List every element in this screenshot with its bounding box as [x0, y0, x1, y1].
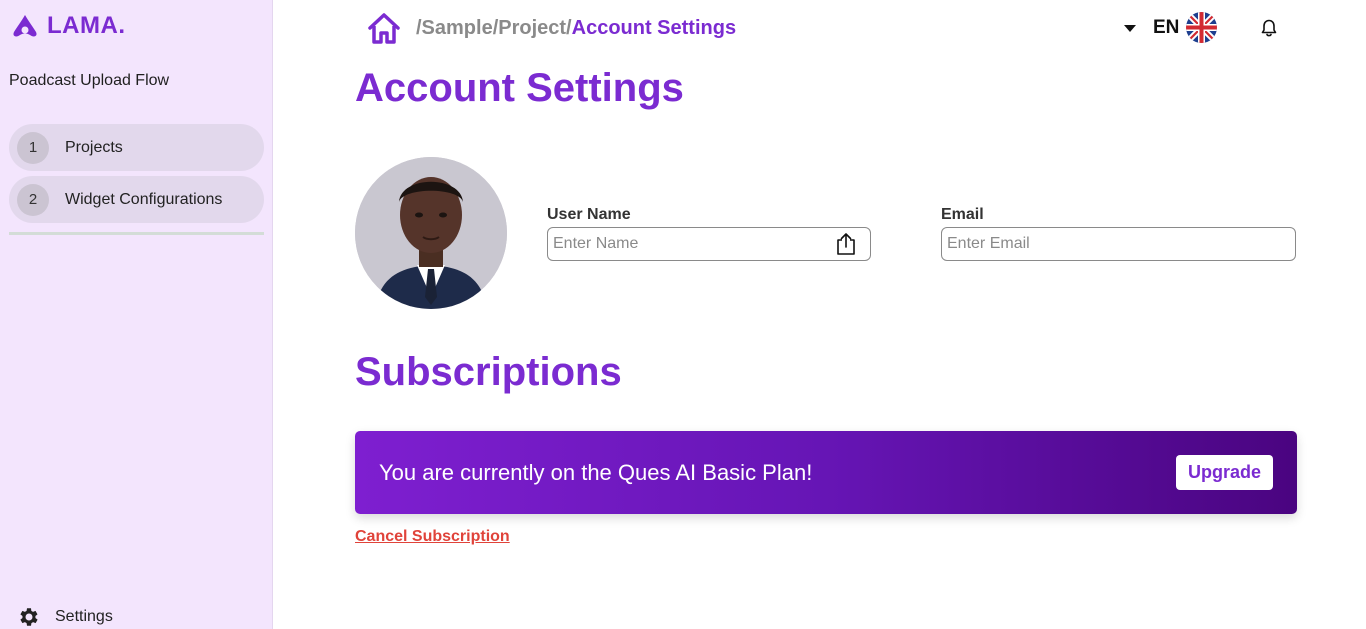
sidebar-divider: [9, 232, 264, 235]
avatar[interactable]: [355, 157, 507, 309]
plan-banner: You are currently on the Ques AI Basic P…: [355, 431, 1297, 514]
bell-icon[interactable]: [1259, 18, 1279, 38]
breadcrumb-current: Account Settings: [571, 17, 737, 39]
username-input[interactable]: [553, 235, 834, 253]
sidebar-item-projects[interactable]: 1 Projects: [9, 124, 264, 171]
breadcrumb: /Sample/Project/ Account Settings: [366, 12, 736, 45]
upload-icon[interactable]: [834, 232, 858, 256]
step-number: 2: [17, 183, 49, 216]
username-input-box[interactable]: [547, 227, 871, 261]
sidebar: LAMA. Poadcast Upload Flow 1 Projects 2 …: [0, 0, 273, 629]
email-label: Email: [941, 206, 984, 223]
avatar-photo: [355, 157, 507, 309]
sidebar-item-widget-configurations[interactable]: 2 Widget Configurations: [9, 176, 264, 223]
email-input-box[interactable]: [941, 227, 1296, 261]
subscriptions-title: Subscriptions: [355, 350, 622, 394]
language-code: EN: [1153, 16, 1180, 38]
username-label: User Name: [547, 206, 631, 223]
sidebar-item-settings[interactable]: Settings: [17, 605, 113, 629]
plan-text: You are currently on the Ques AI Basic P…: [379, 459, 813, 485]
cancel-subscription-link[interactable]: Cancel Subscription: [355, 528, 510, 546]
logo[interactable]: LAMA.: [11, 12, 125, 40]
gear-icon: [20, 608, 38, 626]
sidebar-item-label: Projects: [65, 138, 123, 156]
upgrade-button[interactable]: Upgrade: [1175, 455, 1273, 490]
lama-logo-icon: [13, 15, 37, 37]
caret-down-icon: [1124, 25, 1136, 32]
username-field: User Name: [547, 206, 871, 261]
logo-text: LAMA.: [47, 12, 126, 39]
flow-title: Poadcast Upload Flow: [9, 72, 170, 89]
breadcrumb-path[interactable]: /Sample/Project/: [416, 17, 572, 40]
page-title: Account Settings: [355, 66, 684, 110]
uk-flag-icon: [1186, 12, 1218, 43]
sidebar-item-label: Widget Configurations: [65, 190, 223, 208]
email-field: Email: [941, 206, 1296, 261]
step-number: 1: [17, 131, 49, 164]
email-input[interactable]: [947, 235, 1295, 253]
steps-list: 1 Projects 2 Widget Configurations: [9, 124, 264, 228]
settings-label: Settings: [55, 608, 113, 625]
home-icon[interactable]: [366, 12, 402, 45]
language-selector[interactable]: EN: [1124, 12, 1218, 43]
